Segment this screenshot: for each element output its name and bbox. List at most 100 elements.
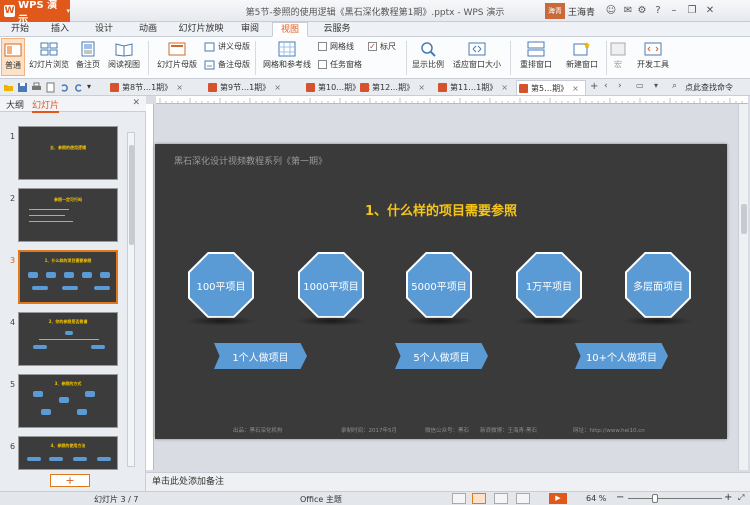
handout-master-button[interactable]: 讲义母版 xyxy=(204,41,250,52)
vertical-ruler[interactable] xyxy=(146,104,154,470)
reading-view-button[interactable]: 阅读视图 xyxy=(106,38,142,76)
doc-tab[interactable]: 第9节…1期》 × xyxy=(206,80,302,95)
zoom-in-icon[interactable]: + xyxy=(724,492,732,503)
slide-browse-button[interactable]: 幻灯片浏览 xyxy=(28,38,70,76)
tab-design[interactable]: 设计 xyxy=(90,22,118,37)
chevron-down-icon[interactable]: ▾ xyxy=(654,81,665,92)
tab-slideshow[interactable]: 幻灯片放映 xyxy=(176,22,226,37)
slide-series-title[interactable]: 黑石深化设计视频教程系列《第一期》 xyxy=(174,154,327,167)
octagon-shape[interactable]: 100平项目 xyxy=(188,252,254,318)
octagon-shape[interactable]: 多层面项目 xyxy=(625,252,691,318)
slide-thumbnail-active[interactable]: 1、什么样的项目需要参照 xyxy=(18,250,118,304)
slideshow-play-icon[interactable]: ▶ xyxy=(549,493,567,504)
scrollbar-thumb[interactable] xyxy=(129,145,134,245)
grid-guides-button[interactable]: 网格和参考线 xyxy=(260,38,314,76)
vertical-scrollbar[interactable] xyxy=(738,104,748,470)
tab-home[interactable]: 开始 xyxy=(6,22,34,37)
slide-footer-text[interactable]: 新浪微博：王海青-黑石 xyxy=(480,426,537,434)
slide-thumbnail[interactable]: 3、参照的方式 xyxy=(18,374,118,428)
task-pane-checkbox[interactable]: 任务窗格 xyxy=(318,59,362,70)
octagon-shape[interactable]: 1000平项目 xyxy=(298,252,364,318)
slide-thumbnail[interactable]: 五、参照的使用逻辑 xyxy=(18,126,118,180)
slide-thumbnail[interactable]: 4、参照的使用方法 xyxy=(18,436,118,470)
doc-tab[interactable]: 第12…期》 × xyxy=(358,80,448,95)
fit-slide-icon[interactable]: ⤢ xyxy=(738,493,744,503)
add-slide-button[interactable]: + xyxy=(50,474,90,487)
print-icon[interactable] xyxy=(31,82,42,93)
arrow-banner[interactable]: 5个人做项目 xyxy=(395,343,488,369)
fit-window-button[interactable]: 适应窗口大小 xyxy=(450,38,504,76)
doc-tab[interactable]: 第11…1期》 × xyxy=(436,80,526,95)
arrow-banner[interactable]: 1个人做项目 xyxy=(214,343,307,369)
tab-scroll-right-icon[interactable]: › xyxy=(618,81,629,92)
reading-view-icon[interactable] xyxy=(516,493,530,504)
octagon-shape[interactable]: 5000平项目 xyxy=(406,252,472,318)
new-tab-icon[interactable]: + xyxy=(590,81,601,92)
scrollbar-thumb[interactable] xyxy=(741,204,747,234)
tab-review[interactable]: 审阅 xyxy=(236,22,264,37)
slide-master-button[interactable]: 幻灯片母版 xyxy=(154,38,200,76)
close-icon[interactable]: ✕ xyxy=(704,4,716,16)
slide-footer-text[interactable]: 微信公众号：黑石 xyxy=(425,426,469,434)
zoom-slider-handle[interactable] xyxy=(652,494,658,503)
slide-footer-text[interactable]: 网址：http://www.hei10.cn xyxy=(573,426,645,434)
search-icon[interactable]: ⌕ xyxy=(672,81,683,92)
close-icon[interactable]: × xyxy=(418,83,425,92)
skin-icon[interactable]: ☺ xyxy=(605,4,617,16)
notes-master-button[interactable]: 备注母版 xyxy=(204,59,250,70)
undo-icon[interactable] xyxy=(59,82,70,93)
horizontal-ruler[interactable] xyxy=(156,96,748,104)
gridlines-check[interactable] xyxy=(318,42,327,51)
feedback-icon[interactable]: ✉ xyxy=(622,4,634,16)
preview-icon[interactable] xyxy=(45,82,56,93)
gridlines-checkbox[interactable]: 网格线 xyxy=(318,41,354,52)
dev-tools-button[interactable]: 开发工具 xyxy=(632,38,674,76)
normal-view-icon[interactable] xyxy=(472,493,486,504)
close-icon[interactable]: × xyxy=(572,84,579,93)
avatar[interactable]: 海青 xyxy=(545,3,565,19)
chevron-down-icon[interactable]: ▾ xyxy=(87,82,98,93)
tab-cloud[interactable]: 云服务 xyxy=(318,22,356,37)
slide-footer-text[interactable]: 录制时间：2017年5月 xyxy=(341,426,397,434)
slide-footer-text[interactable]: 出品：黑石深化机构 xyxy=(233,426,283,434)
search-command[interactable]: 点此查找命令 xyxy=(685,82,733,93)
notes-area[interactable]: 单击此处添加备注 xyxy=(146,472,750,491)
ruler-check[interactable]: ✓ xyxy=(368,42,377,51)
tab-scroll-left-icon[interactable]: ‹ xyxy=(604,81,615,92)
tab-list-icon[interactable]: ▭ xyxy=(636,81,647,92)
zoom-level[interactable]: 64 % xyxy=(586,494,606,503)
tab-insert[interactable]: 插入 xyxy=(46,22,74,37)
help-icon[interactable]: ? xyxy=(652,4,664,16)
arrow-banner[interactable]: 10+个人做项目 xyxy=(575,343,668,369)
slide-canvas[interactable]: 黑石深化设计视频教程系列《第一期》 1、什么样的项目需要参照 100平项目 10… xyxy=(155,144,727,439)
redo-icon[interactable] xyxy=(73,82,84,93)
theme-name[interactable]: Office 主题 xyxy=(300,494,342,505)
thumbnail-scrollbar[interactable] xyxy=(127,132,135,467)
close-icon[interactable]: × xyxy=(274,83,281,92)
tab-outline[interactable]: 大纲 xyxy=(6,98,24,111)
maximize-icon[interactable]: ❐ xyxy=(686,4,698,16)
slide-sorter-icon[interactable] xyxy=(494,493,508,504)
tab-animation[interactable]: 动画 xyxy=(134,22,162,37)
doc-tab[interactable]: 第8节…1期》 × xyxy=(108,80,204,95)
tab-view[interactable]: 视图 xyxy=(272,22,308,37)
notes-page-button[interactable]: 备注页 xyxy=(74,38,102,76)
close-icon[interactable]: × xyxy=(176,83,183,92)
settings-icon[interactable]: ⚙ xyxy=(636,4,648,16)
new-window-button[interactable]: 新建窗口 xyxy=(562,38,602,76)
close-icon[interactable]: ✕ xyxy=(132,98,140,108)
save-icon[interactable] xyxy=(17,82,28,93)
zoom-button[interactable]: 显示比例 xyxy=(410,38,446,76)
octagon-shape[interactable]: 1万平项目 xyxy=(516,252,582,318)
zoom-out-icon[interactable]: − xyxy=(616,492,624,503)
slide-title[interactable]: 1、什么样的项目需要参照 xyxy=(155,200,727,219)
slide-thumbnail[interactable]: 2、你的参照是否靠谱 xyxy=(18,312,118,366)
tab-slides[interactable]: 幻灯片 xyxy=(32,98,60,113)
slide-thumbnail[interactable]: 参照一定可行吗 xyxy=(18,188,118,242)
ruler-checkbox[interactable]: ✓ 标尺 xyxy=(368,41,396,52)
minimize-icon[interactable]: – xyxy=(668,4,680,16)
arrange-window-button[interactable]: 重排窗口 xyxy=(514,38,558,76)
open-folder-icon[interactable] xyxy=(3,82,14,93)
macro-button[interactable]: 宏 xyxy=(608,38,628,76)
user-name[interactable]: 王海青 xyxy=(568,5,595,18)
